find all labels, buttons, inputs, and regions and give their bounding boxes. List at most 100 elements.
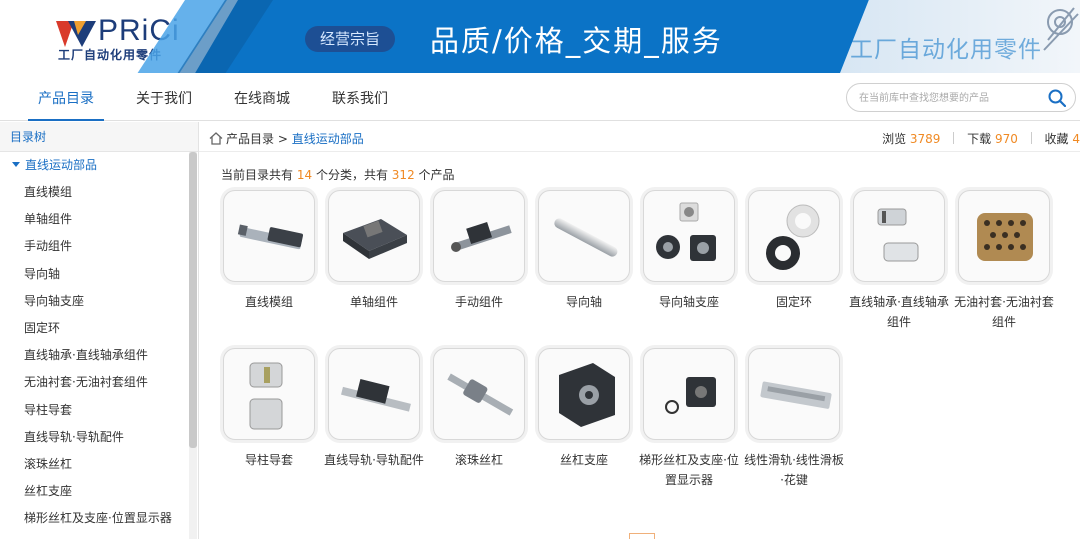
sidebar-scrollbar[interactable] xyxy=(189,152,197,539)
search-icon[interactable] xyxy=(1048,89,1066,107)
tree-item[interactable]: 丝杠支座 xyxy=(0,478,198,505)
product-thumbnail[interactable] xyxy=(853,190,945,282)
tree-item[interactable]: 导向轴支座 xyxy=(0,288,198,315)
product-label[interactable]: 导向轴 xyxy=(534,292,634,312)
linear-slide-icon xyxy=(760,381,832,409)
product-label[interactable]: 手动组件 xyxy=(429,292,529,312)
main-content: 产品目录 > 直线运动部品 浏览 3789 下载 970 收藏 4 当前目录共有… xyxy=(199,122,1080,539)
product-thumbnail[interactable] xyxy=(433,348,525,440)
tree-item[interactable]: 单轴组件 xyxy=(0,206,198,233)
search-input[interactable] xyxy=(859,89,1039,107)
tree-item[interactable]: 直线模组 xyxy=(0,179,198,206)
linear-guide-icon xyxy=(341,379,411,412)
machine-part-icon xyxy=(1043,7,1079,51)
linear-bearing-icon xyxy=(877,208,919,262)
shaft-support-icon xyxy=(656,202,716,261)
product-label[interactable]: 导柱导套 xyxy=(219,450,319,470)
product-label[interactable]: 梯形丝杠及支座·位置显示器 xyxy=(639,450,739,490)
banner-faded-text: 工厂自动化用零件 xyxy=(850,37,1042,63)
product-card[interactable]: 导向轴 xyxy=(534,190,634,312)
product-label[interactable]: 单轴组件 xyxy=(324,292,424,312)
product-thumbnail[interactable] xyxy=(538,190,630,282)
downloads-label: 下载 xyxy=(967,132,992,146)
product-thumbnail[interactable] xyxy=(643,190,735,282)
ball-screw-icon xyxy=(447,373,514,416)
nav-item-online-store[interactable]: 在线商城 xyxy=(234,88,290,121)
product-card[interactable]: 固定环 xyxy=(744,190,844,312)
product-thumbnail[interactable] xyxy=(748,190,840,282)
prici-logo-icon xyxy=(56,21,96,47)
breadcrumb-home[interactable]: 产品目录 xyxy=(226,132,274,146)
product-card[interactable]: 导柱导套 xyxy=(219,348,319,470)
tree-children: 直线模组 单轴组件 手动组件 导向轴 导向轴支座 固定环 直线轴承·直线轴承组件… xyxy=(0,179,198,532)
product-thumbnail[interactable] xyxy=(328,348,420,440)
product-label[interactable]: 固定环 xyxy=(744,292,844,312)
product-card[interactable]: 直线模组 xyxy=(219,190,319,312)
product-thumbnail[interactable] xyxy=(538,348,630,440)
sidebar-title: 目录树 xyxy=(0,122,198,152)
product-thumbnail[interactable] xyxy=(223,348,315,440)
product-card[interactable]: 手动组件 xyxy=(429,190,529,312)
mission-badge: 经营宗旨 xyxy=(305,26,395,52)
nav-item-about-us[interactable]: 关于我们 xyxy=(136,88,192,121)
summary-prefix: 当前目录共有 xyxy=(221,168,294,182)
tree-item[interactable]: 固定环 xyxy=(0,315,198,342)
product-card[interactable]: 丝杠支座 xyxy=(534,348,634,470)
tree-item[interactable]: 导柱导套 xyxy=(0,397,198,424)
search-box xyxy=(846,83,1076,112)
nav-item-product-catalog[interactable]: 产品目录 xyxy=(28,88,104,121)
product-card[interactable]: 线性滑轨·线性滑板·花键 xyxy=(744,348,844,490)
pagination-indicator[interactable] xyxy=(629,533,655,539)
product-label[interactable]: 丝杠支座 xyxy=(534,450,634,470)
product-thumbnail[interactable] xyxy=(328,190,420,282)
product-label[interactable]: 线性滑轨·线性滑板·花键 xyxy=(744,450,844,490)
product-card[interactable]: 直线轴承·直线轴承组件 xyxy=(849,190,949,332)
header-banner: PRiCi 工厂自动化用零件 经营宗旨 品质/价格_交期_服务 工厂自动化用零件 xyxy=(0,0,1080,73)
favorites-label[interactable]: 收藏 xyxy=(1045,132,1069,146)
tree-item[interactable]: 梯形丝杠及支座·位置显示器 xyxy=(0,505,198,532)
crumb-bar: 产品目录 > 直线运动部品 浏览 3789 下载 970 收藏 4 xyxy=(199,122,1080,152)
product-card[interactable]: 滚珠丝杠 xyxy=(429,348,529,470)
tree-item[interactable]: 手动组件 xyxy=(0,233,198,260)
product-label[interactable]: 直线轴承·直线轴承组件 xyxy=(849,292,949,332)
manual-stage-icon xyxy=(451,221,512,252)
product-card[interactable]: 直线导轨·导轨配件 xyxy=(324,348,424,470)
product-card[interactable]: 梯形丝杠及支座·位置显示器 xyxy=(639,348,739,490)
product-thumbnail[interactable] xyxy=(223,190,315,282)
product-label[interactable]: 直线模组 xyxy=(219,292,319,312)
tree-root-linear-motion[interactable]: 直线运动部品 xyxy=(0,152,198,179)
product-thumbnail[interactable] xyxy=(748,348,840,440)
product-thumbnail[interactable] xyxy=(958,190,1050,282)
home-icon[interactable] xyxy=(209,132,223,145)
product-thumbnail[interactable] xyxy=(433,190,525,282)
tree-item[interactable]: 直线轴承·直线轴承组件 xyxy=(0,342,198,369)
divider xyxy=(1030,132,1032,144)
tree-item[interactable]: 无油衬套·无油衬套组件 xyxy=(0,369,198,396)
product-label[interactable]: 导向轴支座 xyxy=(639,292,739,312)
tree-item[interactable]: 滚珠丝杠 xyxy=(0,451,198,478)
views-count: 3789 xyxy=(909,132,941,146)
product-card[interactable]: 单轴组件 xyxy=(324,190,424,312)
collar-ring-icon xyxy=(766,204,820,270)
product-thumbnail[interactable] xyxy=(643,348,735,440)
breadcrumb: 产品目录 > 直线运动部品 xyxy=(209,130,364,147)
tree-item[interactable]: 直线导轨·导轨配件 xyxy=(0,424,198,451)
downloads-count: 970 xyxy=(994,132,1018,146)
linear-module-icon xyxy=(237,224,304,250)
product-card[interactable]: 导向轴支座 xyxy=(639,190,739,312)
trapezoid-screw-icon xyxy=(665,377,716,414)
summary-mid: 个分类，共有 xyxy=(315,168,388,182)
screw-support-icon xyxy=(559,363,615,427)
product-card[interactable]: 无油衬套·无油衬套组件 xyxy=(954,190,1054,332)
favorites-count: 4 xyxy=(1072,132,1080,146)
product-label[interactable]: 滚珠丝杠 xyxy=(429,450,529,470)
scrollbar-thumb[interactable] xyxy=(189,152,197,448)
main-nav: 产品目录 关于我们 在线商城 联系我们 xyxy=(0,73,1080,121)
breadcrumb-current[interactable]: 直线运动部品 xyxy=(292,132,364,146)
product-label[interactable]: 无油衬套·无油衬套组件 xyxy=(954,292,1054,332)
divider xyxy=(953,132,955,144)
views-label: 浏览 xyxy=(882,132,907,146)
product-label[interactable]: 直线导轨·导轨配件 xyxy=(324,450,424,470)
nav-item-contact-us[interactable]: 联系我们 xyxy=(332,88,388,121)
tree-item[interactable]: 导向轴 xyxy=(0,261,198,288)
